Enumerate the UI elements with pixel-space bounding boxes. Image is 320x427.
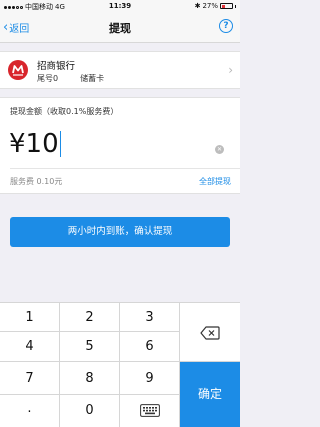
bluetooth-icon: ✱ xyxy=(194,2,201,10)
bank-card-selector[interactable]: 招商银行 尾号0 储蓄卡 › xyxy=(0,51,240,89)
withdraw-all-link[interactable]: 全部提现 xyxy=(199,176,231,187)
key-7[interactable]: 7 xyxy=(0,362,60,395)
card-tail: 尾号0 xyxy=(37,74,59,83)
key-2[interactable]: 2 xyxy=(60,302,120,332)
key-3[interactable]: 3 xyxy=(120,302,180,332)
backspace-icon xyxy=(200,326,220,340)
text-caret xyxy=(59,131,62,157)
battery-tip xyxy=(235,4,236,8)
bank-logo-icon xyxy=(8,60,28,80)
key-5[interactable]: 5 xyxy=(60,332,120,362)
key-0[interactable]: 0 xyxy=(60,395,120,427)
backspace-key[interactable] xyxy=(180,302,240,362)
amount-input[interactable]: ¥ 10 xyxy=(9,129,62,159)
hide-keyboard-key[interactable] xyxy=(120,395,180,427)
bank-card-info: 尾号0 储蓄卡 xyxy=(37,73,126,84)
card-type: 储蓄卡 xyxy=(80,74,105,83)
chevron-right-icon: › xyxy=(228,63,233,77)
keyboard-icon xyxy=(139,404,160,417)
currency-symbol: ¥ xyxy=(9,129,26,159)
page-title: 提现 xyxy=(109,22,131,35)
service-fee: 服务费 0.10元 xyxy=(10,177,63,186)
divider xyxy=(10,168,240,169)
amount-value: 10 xyxy=(25,129,59,159)
navigation-bar: ‹ 返回 提现 ? xyxy=(0,12,240,43)
help-icon[interactable]: ? xyxy=(219,19,233,33)
key-1[interactable]: 1 xyxy=(0,302,60,332)
confirm-key[interactable]: 确定 xyxy=(180,362,240,427)
key-4[interactable]: 4 xyxy=(0,332,60,362)
key-9[interactable]: 9 xyxy=(120,362,180,395)
battery-icon xyxy=(220,3,233,9)
key-dot[interactable]: . xyxy=(0,395,60,427)
key-6[interactable]: 6 xyxy=(120,332,180,362)
battery-area: ✱ 27% xyxy=(195,2,236,10)
confirm-withdraw-button[interactable]: 两小时内到账，确认提现 xyxy=(10,217,230,247)
status-bar: 中国移动 4G 11:39 ✱ 27% xyxy=(0,0,240,12)
key-8[interactable]: 8 xyxy=(60,362,120,395)
battery-percent: 27% xyxy=(202,2,218,10)
amount-panel: 提现金额（收取0.1%服务费） ¥ 10 ✕ 服务费 0.10元 全部提现 xyxy=(0,97,240,194)
bank-name: 招商银行 xyxy=(37,61,76,72)
amount-label: 提现金额（收取0.1%服务费） xyxy=(10,107,119,116)
clear-icon[interactable]: ✕ xyxy=(215,145,224,154)
